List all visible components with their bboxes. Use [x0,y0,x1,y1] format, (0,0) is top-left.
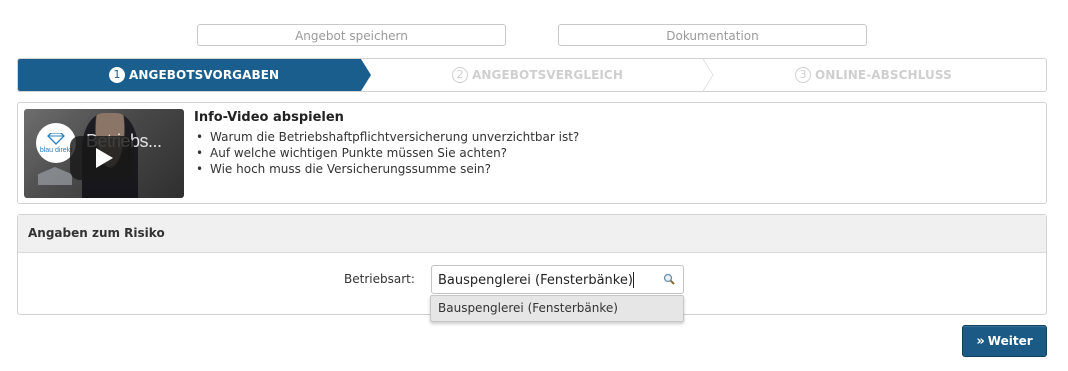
betriebsart-combobox[interactable] [431,265,684,294]
betriebsart-input[interactable] [438,271,648,289]
list-item: Wie hoch muss die Versicherungssumme sei… [194,161,579,177]
step-number: 2 [452,67,468,83]
step-number: 1 [109,67,125,83]
documentation-button[interactable]: Dokumentation [558,24,867,46]
list-item: Auf welche wichtigen Punkte müssen Sie a… [194,145,579,161]
step-angebotsvergleich[interactable]: 2 ANGEBOTSVERGLEICH [452,59,623,91]
play-button[interactable] [70,136,134,180]
step-label: ANGEBOTSVERGLEICH [472,68,623,82]
house-graphic [38,167,72,185]
logo-text: blau direkt [39,146,73,154]
text-cursor [633,272,634,288]
double-chevron-right-icon: » [976,333,985,349]
info-video-box: Betriebs... blau direkt Info-Video abspi… [17,102,1047,204]
step-angebotsvorgaben[interactable]: 1 ANGEBOTSVORGABEN [109,59,279,91]
diamond-icon [47,132,65,145]
risk-panel-title: Angaben zum Risiko [18,215,1046,253]
video-title: Info-Video abspielen [194,110,344,125]
next-button[interactable]: » Weiter [962,325,1047,357]
step-online-abschluss[interactable]: 3 ONLINE-ABSCHLUSS [795,59,952,91]
progress-steps: 1 ANGEBOTSVORGABEN 2 ANGEBOTSVERGLEICH 3… [17,58,1047,92]
search-icon[interactable] [663,273,675,285]
autocomplete-option[interactable]: Bauspenglerei (Fensterbänke) [431,296,683,321]
video-bullet-list: Warum die Betriebshaftpflichtversicherun… [194,129,579,177]
next-button-label: Weiter [987,334,1033,348]
play-icon [96,148,113,168]
step-number: 3 [795,67,811,83]
video-thumbnail[interactable]: Betriebs... blau direkt [24,109,184,198]
save-offer-button[interactable]: Angebot speichern [197,24,506,46]
betriebsart-label: Betriebsart: [344,272,415,286]
step-label: ANGEBOTSVORGABEN [129,68,280,82]
list-item: Warum die Betriebshaftpflichtversicherun… [194,129,579,145]
autocomplete-dropdown: Bauspenglerei (Fensterbänke) [430,295,684,322]
step-label: ONLINE-ABSCHLUSS [815,68,952,82]
